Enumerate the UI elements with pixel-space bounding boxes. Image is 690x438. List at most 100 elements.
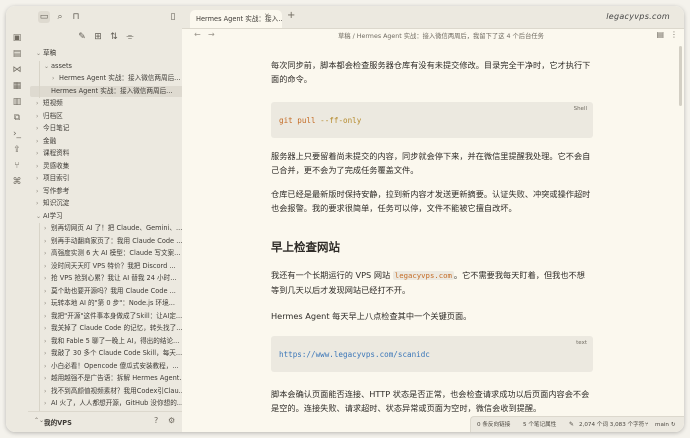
chevron-right-icon: › — [36, 125, 39, 132]
folder-item[interactable]: ⌄ 草稿 — [28, 48, 190, 59]
tree-item-label: 项目索引 — [43, 174, 70, 182]
section-heading: 早上检查网站 — [271, 240, 340, 254]
folder-item[interactable]: ⌄ AI学习 — [28, 211, 190, 222]
backlinks-count[interactable]: 0 条反向链接 — [477, 417, 510, 432]
sync-icon[interactable]: ↻ — [671, 417, 676, 432]
reading-mode-icon[interactable]: ▤ — [656, 30, 664, 39]
chevron-right-icon: › — [44, 237, 47, 245]
code-language-2: text — [576, 340, 587, 346]
tree-item-label: 没时间天天盯 VPS 特价？我把 Discord ... — [51, 261, 176, 270]
help-icon[interactable]: ? — [154, 416, 158, 425]
bookmark-icon[interactable]: ⊓ — [70, 11, 82, 23]
tree-item-label: 知识沉淀 — [43, 199, 70, 207]
search-icon[interactable]: ⌕ — [54, 11, 66, 23]
folder-item[interactable]: › 写作参考 — [28, 186, 190, 197]
terminal-icon[interactable]: ›_ — [11, 128, 23, 140]
tree-item[interactable]: › 我关掉了 Claude Code 的记忆，转头找了... — [28, 323, 198, 334]
tree-item-label: 课程资料 — [43, 149, 70, 157]
tree-item[interactable]: › AI 火了，人人都想开源，GitHub 没你想的... — [28, 398, 198, 409]
chevron-right-icon: › — [44, 350, 47, 357]
breadcrumb[interactable]: 草稿 / Hermes Agent 实战：接入微信两周后，我留下了这 4 个后台… — [338, 31, 544, 40]
collapse-all-icon[interactable]: ⌯ — [124, 31, 136, 43]
calendar-icon[interactable]: ▥ — [11, 96, 23, 108]
folder-item[interactable]: › 灵感收集 — [28, 161, 190, 172]
tree-item[interactable]: Hermes Agent 实战：接入微信两周后... — [30, 85, 194, 97]
folder-item[interactable]: › 项目索引 — [28, 173, 190, 184]
chevron-down-icon: ⌄ — [36, 212, 42, 220]
tree-item[interactable]: › 我和 Fable 5 聊了一晚上 AI，得出的结论... — [28, 336, 198, 347]
collapse-sidebar-icon[interactable]: ▯ — [167, 11, 179, 23]
new-folder-icon[interactable]: ⊞ — [92, 31, 104, 43]
tree-item[interactable]: › 玩转本地 AI 的"第 0 步"：Node.js 环境... — [28, 298, 198, 309]
folder-item[interactable]: › 短视频 — [28, 98, 190, 109]
paragraph-2: 服务器上只要留着尚未提交的内容，同步就会停下来，并在微信里提醒我处理。它不会自己… — [271, 151, 591, 175]
editor-pane: Hermes Agent 实战：接入… ✕ + legacyvps.com ← … — [182, 6, 684, 432]
tree-item[interactable]: › 莫个助也要开源吗？我用 Claude Code ... — [28, 286, 198, 297]
command-palette-icon[interactable]: ⌘ — [11, 176, 23, 188]
vault-switch-icon[interactable]: ⌃⌄ — [34, 417, 44, 424]
more-options-icon[interactable]: ⋮ — [670, 30, 678, 39]
chevron-right-icon: › — [36, 100, 39, 107]
explorer-actions: ✎ ⊞ ⇅ ⌯ — [28, 31, 182, 45]
article-body-3: 我还有一个长期运行的 VPS 网站 legacyvps.com 。它不需要我每天盯… — [271, 268, 593, 323]
settings-icon[interactable]: ⚙ — [168, 416, 175, 425]
tree-item-label: assets — [51, 61, 72, 70]
chevron-right-icon: › — [44, 250, 47, 257]
properties-count[interactable]: 5 个笔记属性 — [523, 417, 556, 432]
close-icon[interactable]: ✕ — [264, 12, 270, 20]
graph-view-icon[interactable]: ⋈ — [11, 64, 23, 76]
tree-item[interactable]: › 我敲了 30 多个 Claude Code Skill，每天... — [28, 348, 198, 359]
tree-item[interactable]: › 没时间天天盯 VPS 特价？我把 Discord ... — [28, 261, 198, 272]
tree-item-label: 别再手动翻商家页了：我用 Claude Code ... — [51, 236, 183, 245]
scrollbar[interactable] — [679, 46, 682, 106]
git-branch[interactable]: main — [655, 417, 669, 432]
folder-item[interactable]: › 知识沉淀 — [28, 198, 190, 209]
paragraph-6: 脚本会确认页面能否连接、HTTP 状态是否正常，也会检查请求成功以后页面内容会不… — [271, 389, 590, 413]
tree-item[interactable]: › 越用越强不是广告语：拆解 Hermes Agent... — [28, 373, 198, 384]
tree-item-label: 我关掉了 Claude Code 的记忆，转头找了... — [51, 324, 183, 332]
tree-item[interactable]: › Hermes Agent 实战：接入微信两周后... — [28, 73, 206, 84]
templates-icon[interactable]: ⧉ — [11, 112, 23, 124]
forward-arrow-icon[interactable]: → — [208, 30, 215, 39]
paragraph-5: Hermes Agent 每天早上八点检查其中一个关键页面。 — [271, 311, 472, 321]
folder-icon[interactable]: ▭ — [38, 11, 50, 23]
sort-icon[interactable]: ⇅ — [108, 31, 120, 43]
tree-item[interactable]: › 别再手动翻商家页了：我用 Claude Code ... — [28, 236, 198, 247]
vault-name[interactable]: 我的VPS — [44, 417, 72, 427]
code-block-shell: Shell git pull --ff-only — [271, 102, 593, 138]
chevron-right-icon: › — [36, 112, 39, 120]
daily-note-icon[interactable]: ▤ — [11, 48, 23, 60]
folder-item[interactable]: › 课程资料 — [28, 148, 190, 159]
new-tab-icon[interactable]: + — [287, 10, 295, 21]
chevron-down-icon: ⌄ — [44, 62, 50, 70]
chevron-right-icon: › — [44, 375, 47, 382]
tree-item-label: Hermes Agent 实战：接入微信两周后... — [59, 74, 181, 82]
tree-item[interactable]: › 小白必看！Opencode 傻瓜式安装教程，... — [28, 361, 198, 372]
tree-item[interactable]: › 别再切网页 AI 了！把 Claude、Gemini、... — [28, 223, 198, 234]
ribbon: ▣ ▤ ⋈ ▦ ▥ ⧉ ›_ ⇪ ⑂ ⌘ — [6, 6, 29, 432]
new-note-icon[interactable]: ✎ — [76, 31, 88, 43]
code-line: git pull --ff-only — [279, 116, 361, 125]
tree-item-label: 归档区 — [43, 111, 63, 120]
canvas-icon[interactable]: ▦ — [11, 80, 23, 92]
folder-item[interactable]: › 金融 — [28, 136, 190, 147]
folder-item[interactable]: › 今日笔记 — [28, 123, 190, 134]
chevron-right-icon: › — [44, 325, 47, 332]
tree-item-label: 灵感收集 — [43, 161, 70, 170]
tree-item[interactable]: › 抢 VPS 抢到心累？我让 AI 替我 24 小时... — [28, 273, 198, 284]
tree-item[interactable]: › 我把"开源"这件事本身做成了Skill：让AI定... — [28, 311, 198, 322]
back-arrow-icon[interactable]: ← — [194, 30, 201, 39]
sidebar-footer: ⌃⌄ 我的VPS ? ⚙ — [28, 411, 182, 432]
tree-item-label: AI 火了，人人都想开源，GitHub 没你想的... — [51, 399, 184, 407]
git-icon[interactable]: ⑂ — [11, 160, 23, 172]
tree-item[interactable]: › 找不到高颜值视频素材？我用Codex引Clau... — [28, 386, 198, 397]
chevron-right-icon: › — [44, 300, 47, 307]
chevron-right-icon: › — [44, 312, 47, 320]
open-switcher-icon[interactable]: ▣ — [11, 32, 23, 44]
chevron-right-icon: › — [44, 400, 47, 407]
folder-item[interactable]: › 归档区 — [28, 111, 190, 122]
tree-item[interactable]: › 高强度实测 6 大 AI 模型：Claude 写文案... — [28, 248, 198, 259]
publish-icon[interactable]: ⇪ — [11, 144, 23, 156]
tree-item[interactable]: ⌄ assets — [28, 61, 198, 72]
chevron-right-icon: › — [44, 262, 47, 270]
